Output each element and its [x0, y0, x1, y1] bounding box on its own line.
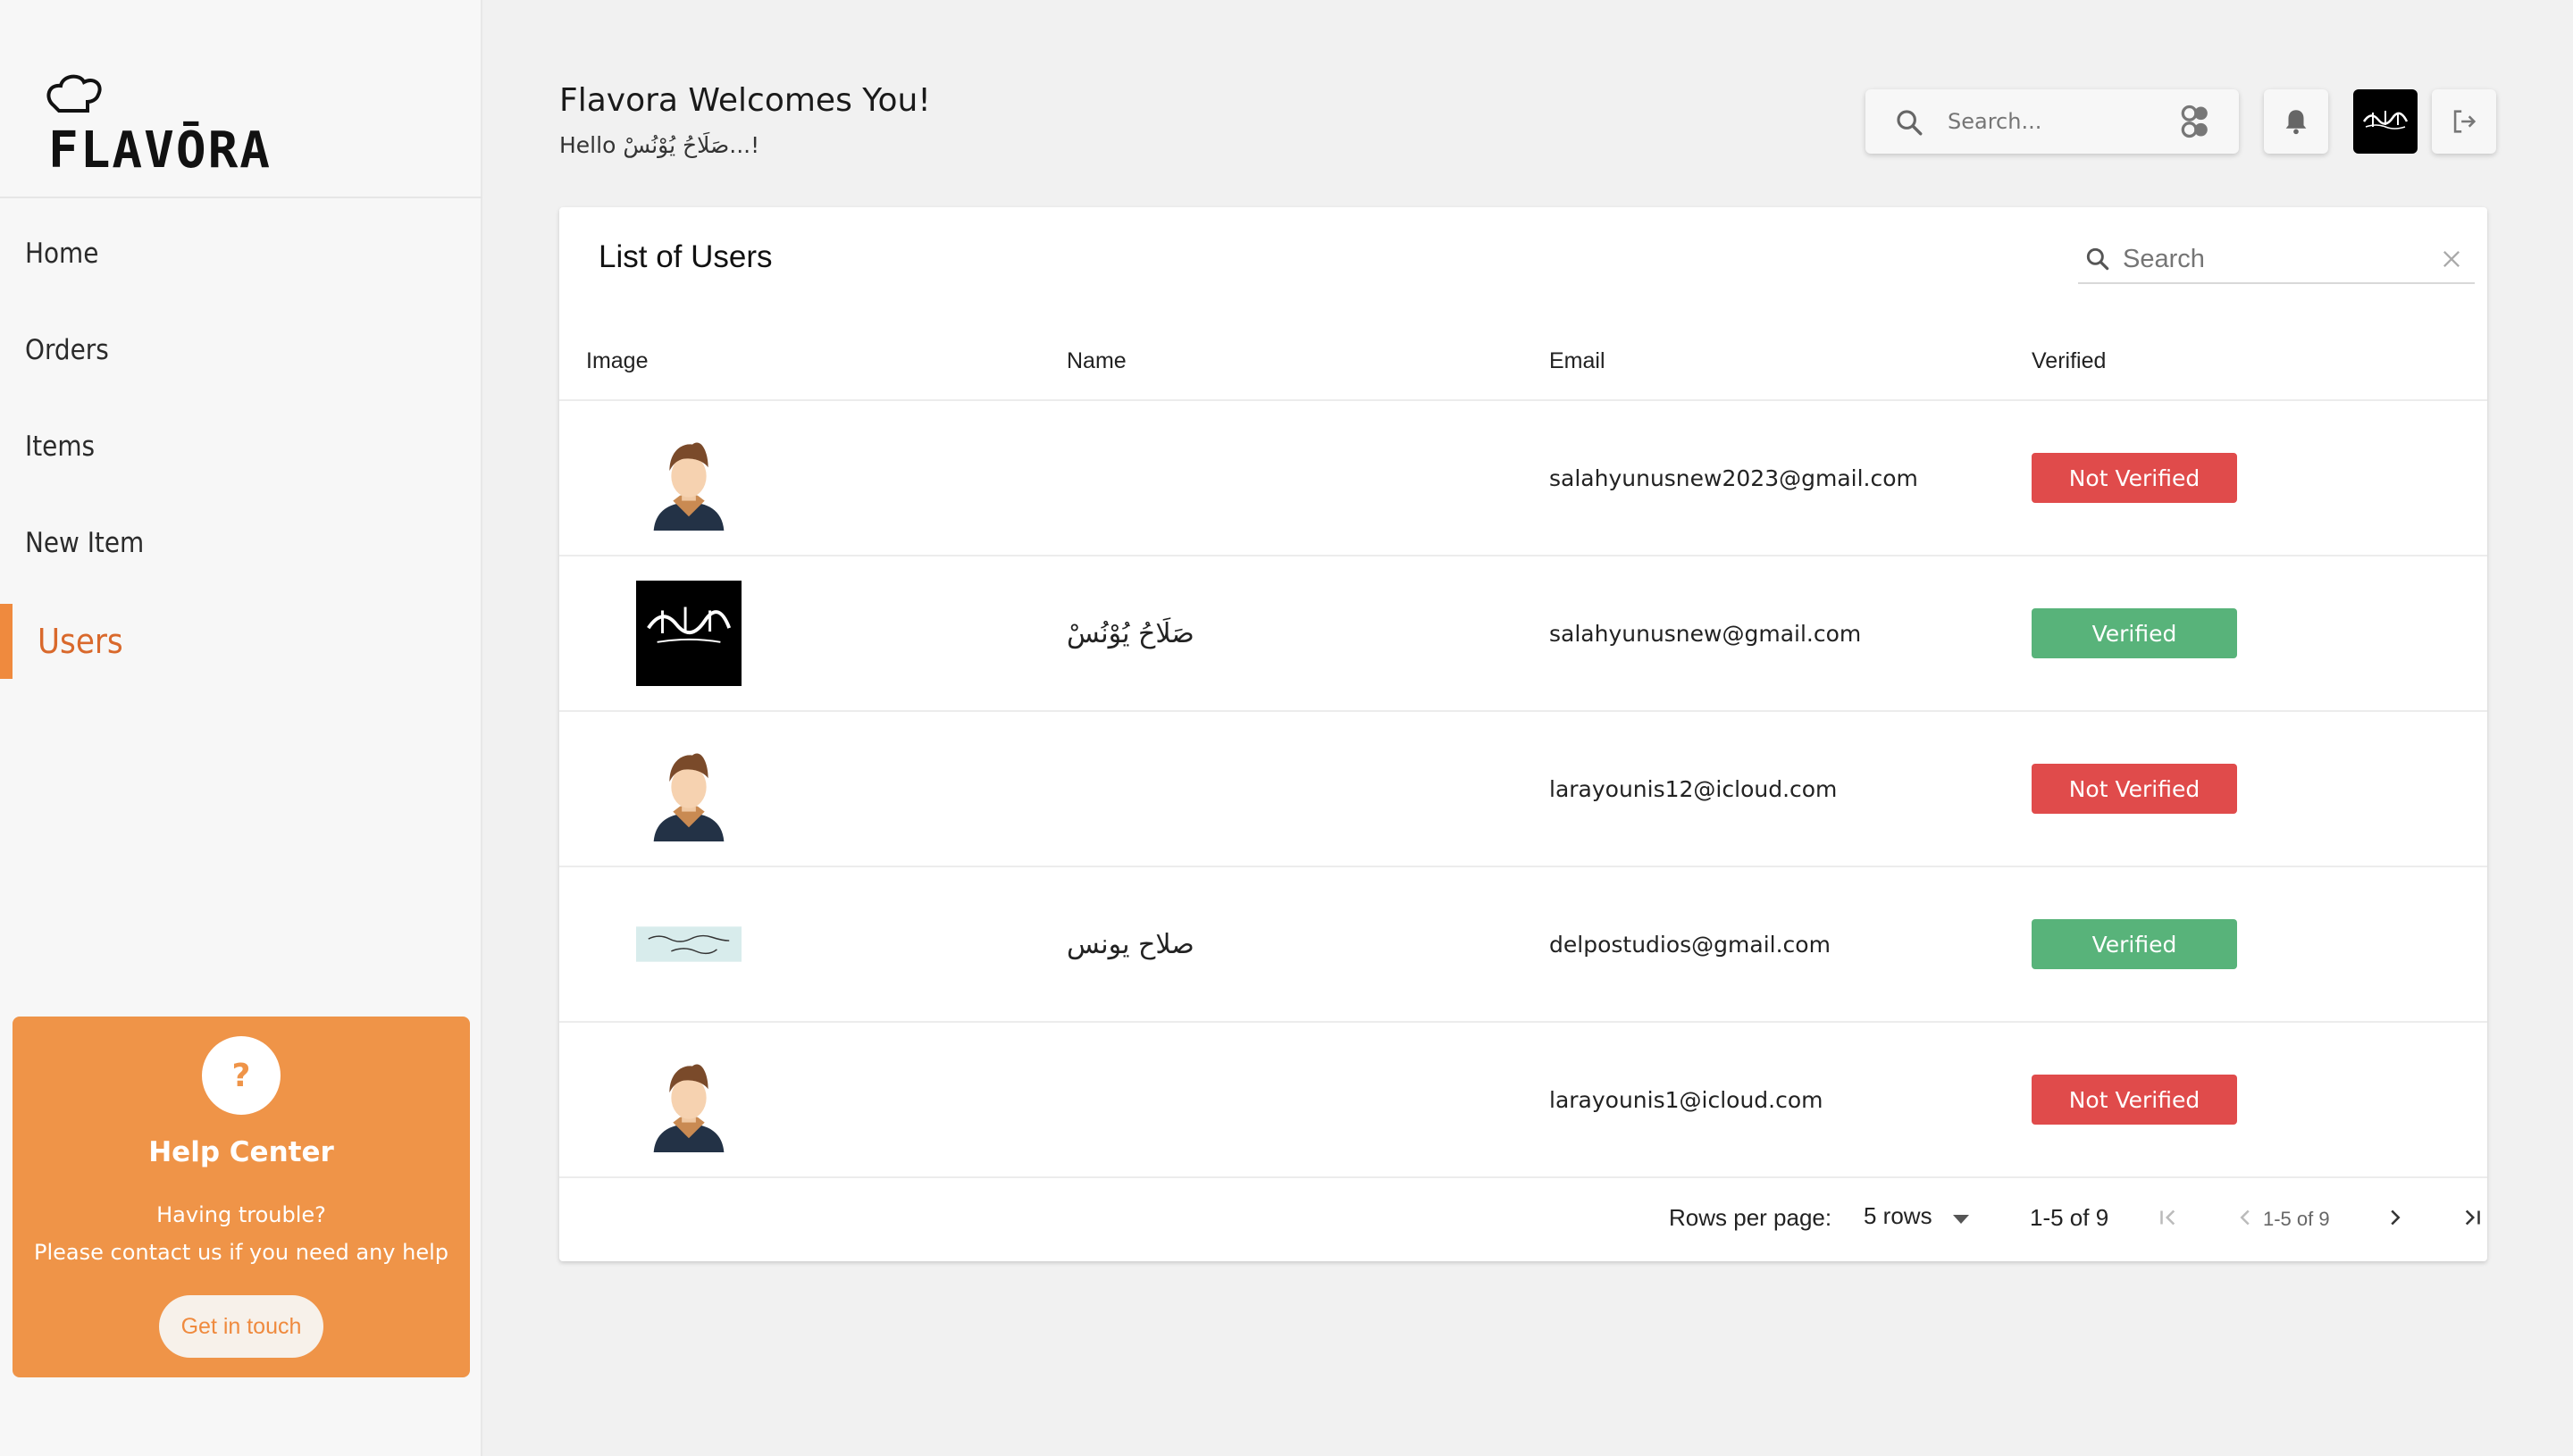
- bell-icon: [2285, 110, 2307, 135]
- sidebar-item-new-item[interactable]: New Item: [0, 495, 482, 591]
- chevron-left-icon: [2240, 1209, 2250, 1226]
- get-in-touch-button[interactable]: Get in touch: [159, 1295, 323, 1358]
- image-cell: [559, 866, 1040, 1023]
- sidebar-item-items[interactable]: Items: [0, 398, 482, 495]
- image-cell: [559, 1022, 1040, 1178]
- verified-cell: Verified: [2005, 556, 2487, 712]
- hello-greeting: Hello صَلَاحُ يُوْنُسْ...!: [559, 132, 760, 158]
- first-page-button[interactable]: [2146, 1195, 2191, 1240]
- black-flag-icon: [2359, 104, 2412, 139]
- status-badge: Verified: [2032, 608, 2237, 658]
- image-cell: [559, 711, 1040, 867]
- chef-hat-icon: [46, 74, 102, 113]
- help-center-card: ? Help Center Having trouble? Please con…: [13, 1017, 470, 1377]
- first-page-icon: [2160, 1209, 2175, 1226]
- default-avatar-icon: [636, 736, 742, 841]
- name-cell: صلاح يونس: [1040, 866, 1522, 1023]
- name-cell: [1040, 711, 1522, 867]
- default-avatar-icon: [636, 425, 742, 531]
- table-row[interactable]: larayounis1@icloud.com Not Verified: [559, 1022, 2487, 1178]
- logo-text: FLAVŌRA: [48, 121, 272, 180]
- last-page-icon: [2465, 1209, 2480, 1226]
- verified-cell: Not Verified: [2005, 400, 2487, 556]
- users-card: List of Users Image Name Email Verified: [559, 207, 2487, 1261]
- pagination-range: 1-5 of 9: [2030, 1204, 2109, 1231]
- users-table: Image Name Email Verified salahyunusnew2…: [559, 323, 2487, 1178]
- chevron-right-icon: [2391, 1209, 2401, 1226]
- sidebar-item-home[interactable]: Home: [0, 205, 482, 302]
- caret-down-icon[interactable]: [1953, 1215, 1969, 1224]
- next-page-button[interactable]: [2373, 1195, 2418, 1240]
- calligraphy-banner-icon: [636, 891, 742, 997]
- help-text-line1: Having trouble?: [156, 1202, 326, 1227]
- logo[interactable]: FLAVŌRA: [39, 71, 270, 183]
- search-icon: [2086, 247, 2109, 271]
- verified-cell: Not Verified: [2005, 711, 2487, 867]
- welcome-title: Flavora Welcomes You!: [559, 82, 931, 119]
- column-header-email[interactable]: Email: [1522, 323, 2005, 401]
- user-avatar[interactable]: [2353, 89, 2418, 154]
- name-cell: صَلَاحُ يُوْنُسْ: [1040, 556, 1522, 712]
- email-cell: larayounis12@icloud.com: [1522, 711, 2005, 867]
- table-row[interactable]: صَلَاحُ يُوْنُسْ salahyunusnew@gmail.com…: [559, 556, 2487, 712]
- rows-per-page-label: Rows per page:: [1669, 1204, 1832, 1231]
- image-cell: [559, 400, 1040, 556]
- email-cell: salahyunusnew2023@gmail.com: [1522, 400, 2005, 556]
- default-avatar-icon: [636, 1047, 742, 1152]
- name-cell: [1040, 1022, 1522, 1178]
- table-row[interactable]: salahyunusnew2023@gmail.com Not Verified: [559, 400, 2487, 556]
- status-badge: Not Verified: [2032, 1075, 2237, 1125]
- question-icon: ?: [202, 1036, 281, 1115]
- table-search: [2078, 234, 2475, 284]
- status-badge: Not Verified: [2032, 453, 2237, 503]
- search-icon: [1897, 110, 1923, 136]
- sidebar-item-orders[interactable]: Orders: [0, 302, 482, 398]
- help-center-title: Help Center: [148, 1136, 334, 1168]
- column-header-verified[interactable]: Verified: [2005, 323, 2487, 401]
- table-row[interactable]: صلاح يونس delpostudios@gmail.com Verifie…: [559, 866, 2487, 1023]
- card-title: List of Users: [599, 239, 773, 274]
- notifications-button[interactable]: [2264, 89, 2328, 154]
- column-header-name[interactable]: Name: [1040, 323, 1522, 401]
- verified-cell: Not Verified: [2005, 1022, 2487, 1178]
- rows-per-page-select[interactable]: 5 rows: [1864, 1202, 1932, 1230]
- image-cell: [559, 556, 1040, 712]
- filter-toggle-icon[interactable]: [2176, 102, 2216, 141]
- sidebar-divider: [0, 197, 482, 198]
- email-cell: larayounis1@icloud.com: [1522, 1022, 2005, 1178]
- logout-icon: [2453, 110, 2477, 133]
- help-text-line2: Please contact us if you need any help: [33, 1240, 448, 1265]
- name-cell: [1040, 400, 1522, 556]
- column-header-image[interactable]: Image: [559, 323, 1040, 401]
- header-search: [1865, 89, 2239, 154]
- email-cell: salahyunusnew@gmail.com: [1522, 556, 2005, 712]
- table-pagination: Rows per page: 5 rows 1-5 of 9 1-5 of 9: [559, 1176, 2487, 1261]
- table-header-row: Image Name Email Verified: [559, 323, 2487, 401]
- status-badge: Verified: [2032, 919, 2237, 969]
- sidebar: FLAVŌRA Home Orders Items New Item Users…: [0, 0, 482, 1456]
- table-search-input[interactable]: [2123, 241, 2418, 277]
- clear-search-icon[interactable]: [2439, 247, 2464, 272]
- header-search-input[interactable]: [1948, 105, 2144, 138]
- sidebar-item-users[interactable]: Users: [0, 591, 482, 691]
- verified-cell: Verified: [2005, 866, 2487, 1023]
- last-page-button[interactable]: [2450, 1195, 2494, 1240]
- sidebar-nav: Home Orders Items New Item Users: [0, 205, 482, 691]
- email-cell: delpostudios@gmail.com: [1522, 866, 2005, 1023]
- table-row[interactable]: larayounis12@icloud.com Not Verified: [559, 711, 2487, 867]
- prev-page-button[interactable]: [2223, 1195, 2267, 1240]
- black-flag-icon: [636, 581, 742, 686]
- pagination-range-small: 1-5 of 9: [2263, 1208, 2330, 1230]
- status-badge: Not Verified: [2032, 764, 2237, 814]
- logout-button[interactable]: [2432, 89, 2496, 154]
